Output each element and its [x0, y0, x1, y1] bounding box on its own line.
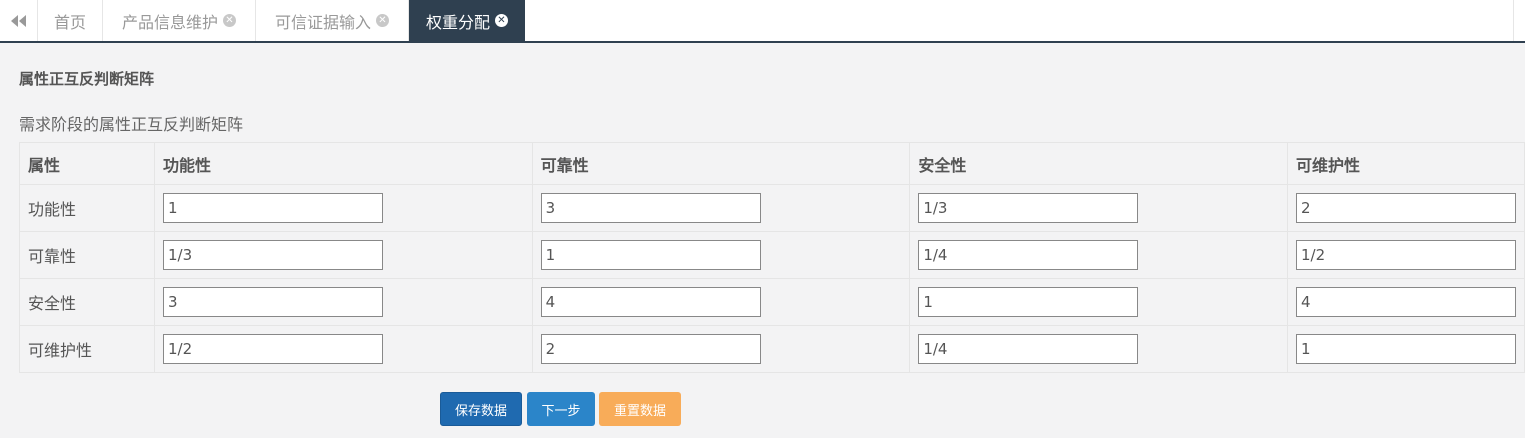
matrix-cell	[1286, 278, 1525, 326]
matrix-value-input[interactable]	[163, 287, 384, 317]
double-left-arrow-icon	[10, 14, 26, 27]
tab-weight-allocation[interactable]: 权重分配 ✕	[409, 0, 525, 41]
table-header-row: 属性 功能性 可靠性 安全性 可维护性	[18, 142, 1525, 185]
matrix-value-input[interactable]	[1295, 334, 1516, 364]
column-header: 属性	[18, 142, 156, 185]
matrix-cell	[531, 184, 911, 232]
table-row: 安全性	[18, 278, 1525, 326]
tab-scroll-right-edge	[1513, 0, 1525, 41]
reset-data-button[interactable]: 重置数据	[599, 392, 681, 426]
matrix-cell	[531, 231, 911, 279]
column-header: 功能性	[154, 142, 533, 185]
matrix-cell	[1286, 184, 1525, 232]
next-step-button[interactable]: 下一步	[527, 392, 595, 426]
matrix-cell	[154, 184, 533, 232]
tab-evidence-input[interactable]: 可信证据输入 ✕	[256, 0, 409, 41]
table-row: 可靠性	[18, 231, 1525, 279]
tab-label: 权重分配	[425, 12, 490, 32]
column-header: 可靠性	[531, 142, 911, 185]
table-row: 可维护性	[18, 325, 1525, 373]
matrix-value-input[interactable]	[1295, 193, 1516, 223]
matrix-cell	[909, 278, 1288, 326]
judgment-matrix-table: 属性 功能性 可靠性 安全性 可维护性 功能性 可靠性 安全性	[18, 142, 1525, 373]
matrix-value-input[interactable]	[540, 240, 761, 270]
matrix-value-input[interactable]	[918, 334, 1139, 364]
tab-home[interactable]: 首页	[38, 0, 103, 41]
column-header: 安全性	[909, 142, 1288, 185]
matrix-value-input[interactable]	[163, 193, 384, 223]
tab-label: 产品信息维护	[121, 12, 218, 32]
tab-product-info[interactable]: 产品信息维护 ✕	[103, 0, 256, 41]
matrix-cell	[909, 325, 1288, 373]
column-header: 可维护性	[1286, 142, 1525, 185]
matrix-cell	[154, 231, 533, 279]
tab-scroll-left-button[interactable]	[0, 0, 38, 41]
matrix-subtitle: 需求阶段的属性正互反判断矩阵	[19, 115, 244, 134]
close-icon[interactable]: ✕	[376, 14, 389, 27]
matrix-cell	[909, 184, 1288, 232]
matrix-value-input[interactable]	[540, 334, 761, 364]
matrix-value-input[interactable]	[918, 240, 1139, 270]
matrix-cell	[531, 325, 911, 373]
matrix-value-input[interactable]	[163, 240, 384, 270]
close-icon[interactable]: ✕	[495, 14, 508, 27]
row-label: 功能性	[18, 184, 156, 232]
tab-label: 首页	[53, 12, 86, 32]
save-data-button[interactable]: 保存数据	[440, 392, 522, 426]
tab-bar: 首页 产品信息维护 ✕ 可信证据输入 ✕ 权重分配 ✕	[0, 0, 1525, 43]
table-row: 功能性	[18, 184, 1525, 232]
tab-label: 可信证据输入	[274, 12, 371, 32]
close-icon[interactable]: ✕	[223, 14, 236, 27]
matrix-cell	[531, 278, 911, 326]
row-label: 安全性	[18, 278, 156, 326]
row-label: 可维护性	[18, 325, 156, 373]
matrix-cell	[154, 325, 533, 373]
matrix-value-input[interactable]	[540, 287, 761, 317]
section-title: 属性正互反判断矩阵	[19, 70, 155, 88]
matrix-value-input[interactable]	[1295, 240, 1516, 270]
matrix-cell	[909, 231, 1288, 279]
matrix-value-input[interactable]	[918, 287, 1139, 317]
matrix-value-input[interactable]	[1295, 287, 1516, 317]
row-label: 可靠性	[18, 231, 156, 279]
matrix-value-input[interactable]	[163, 334, 384, 364]
matrix-value-input[interactable]	[540, 193, 761, 223]
matrix-value-input[interactable]	[918, 193, 1139, 223]
matrix-cell	[154, 278, 533, 326]
matrix-cell	[1286, 325, 1525, 373]
matrix-cell	[1286, 231, 1525, 279]
